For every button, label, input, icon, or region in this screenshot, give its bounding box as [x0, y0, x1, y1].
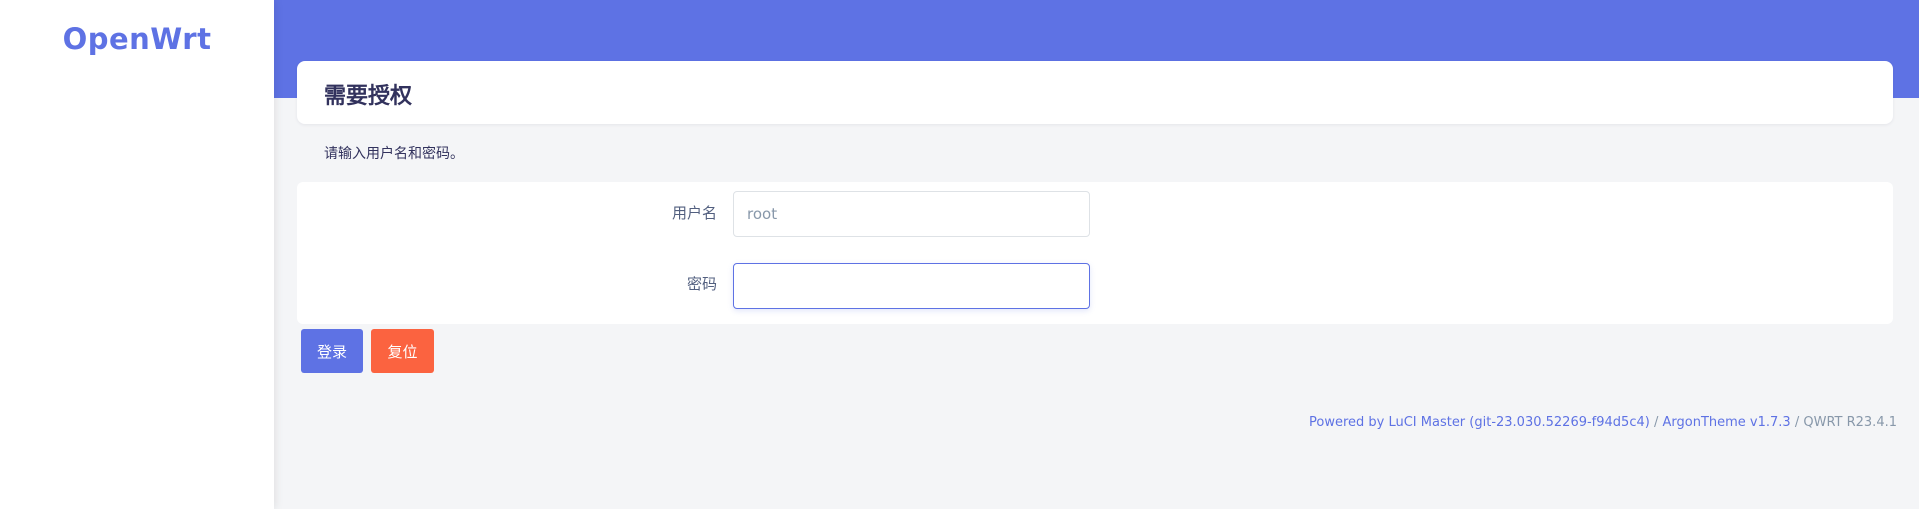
openwrt-logo[interactable]: OpenWrt: [0, 22, 274, 56]
login-form: 用户名 密码: [297, 182, 1893, 324]
firmware-version: QWRT R23.4.1: [1803, 415, 1897, 430]
footer-separator: /: [1794, 415, 1800, 430]
username-label: 用户名: [671, 204, 717, 222]
password-label: 密码: [686, 275, 717, 293]
username-input[interactable]: [733, 191, 1090, 237]
login-button[interactable]: 登录: [301, 329, 363, 373]
footer: Powered by LuCI Master (git-23.030.52269…: [1309, 415, 1897, 430]
main-content: 需要授权 请输入用户名和密码。 用户名 密码 登录 复位 Powered by …: [274, 0, 1919, 509]
sidebar: OpenWrt: [0, 0, 274, 509]
reset-button[interactable]: 复位: [371, 329, 434, 373]
page-title: 需要授权: [324, 84, 413, 109]
argon-theme-link[interactable]: ArgonTheme v1.7.3: [1662, 415, 1790, 430]
title-card: 需要授权: [297, 61, 1893, 124]
luci-link[interactable]: Powered by LuCI Master (git-23.030.52269…: [1309, 415, 1650, 430]
password-input[interactable]: [733, 263, 1090, 309]
login-description: 请输入用户名和密码。: [324, 146, 464, 162]
footer-separator: /: [1653, 415, 1659, 430]
